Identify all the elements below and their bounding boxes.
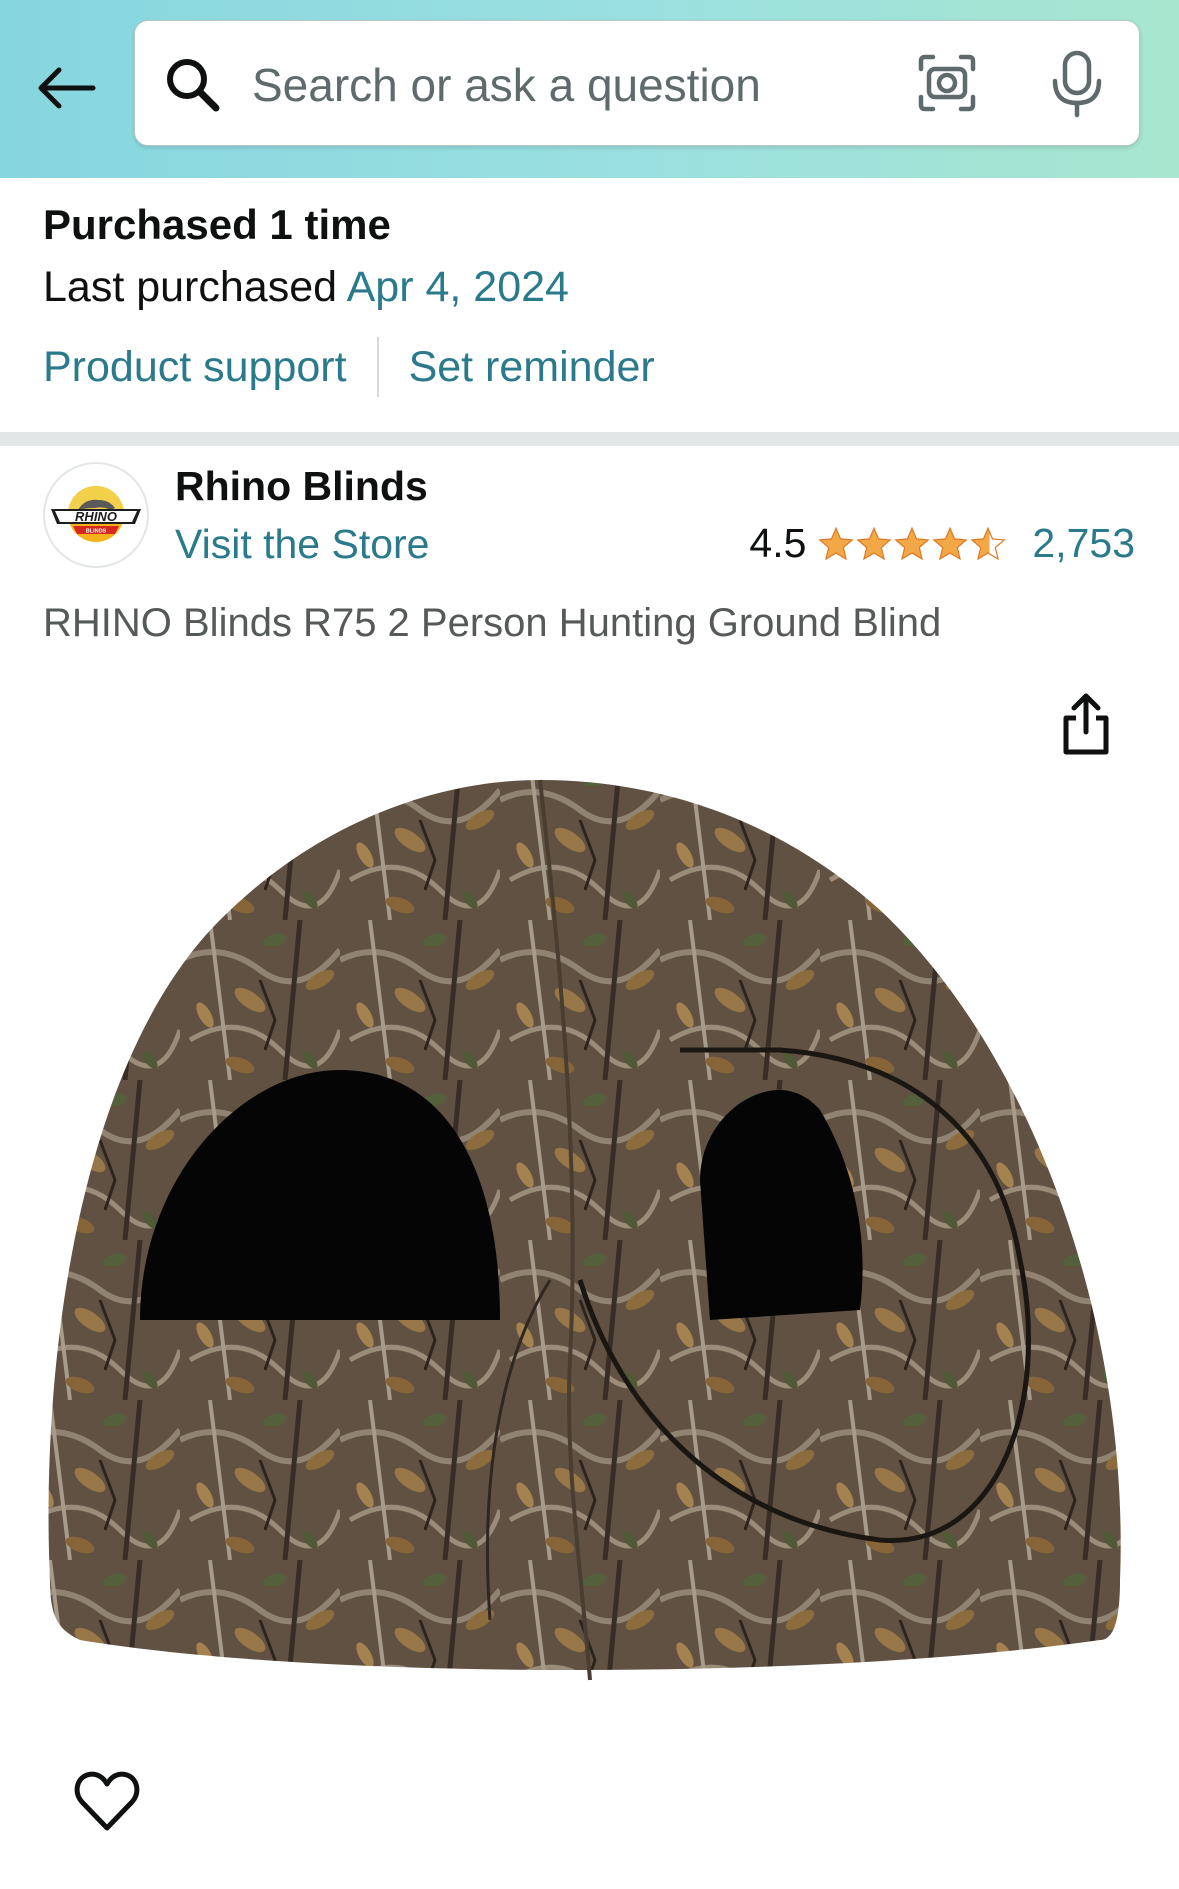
star-icon — [894, 526, 931, 560]
back-button[interactable] — [30, 56, 102, 120]
link-divider — [376, 337, 379, 397]
half-star-icon — [970, 526, 1007, 560]
star-rating — [818, 526, 1008, 562]
rating-summary[interactable]: 4.5 2,753 — [749, 520, 1135, 567]
section-divider — [0, 432, 1179, 446]
mic-icon[interactable] — [1045, 49, 1109, 119]
share-button[interactable] — [1056, 690, 1116, 760]
wishlist-button[interactable] — [72, 1768, 142, 1834]
top-bar — [0, 0, 1179, 178]
visit-store-link[interactable]: Visit the Store — [175, 521, 430, 568]
review-count: 2,753 — [1032, 520, 1135, 566]
purchase-count: Purchased 1 time — [43, 201, 391, 248]
share-icon — [1063, 693, 1109, 755]
last-purchased-label: Last purchased — [43, 263, 338, 311]
search-icon — [167, 59, 220, 112]
heart-icon — [74, 1771, 140, 1831]
product-image[interactable] — [20, 760, 1160, 1760]
star-icon — [856, 526, 893, 560]
back-arrow-icon — [38, 67, 96, 109]
store-name: Rhino Blinds — [175, 463, 428, 509]
purchase-actions: Product support Set reminder — [43, 335, 655, 399]
product-support-link[interactable]: Product support — [43, 343, 347, 392]
rhino-logo-icon: RHINO BLINDS — [51, 486, 141, 542]
set-reminder-link[interactable]: Set reminder — [409, 343, 655, 392]
star-icon — [818, 526, 855, 560]
brand-logo[interactable]: RHINO BLINDS — [43, 462, 149, 568]
last-purchased-date: Apr 4, 2024 — [346, 263, 569, 311]
last-purchased-line: Last purchased Apr 4, 2024 — [43, 263, 569, 312]
star-icon — [932, 526, 969, 560]
rating-value: 4.5 — [749, 520, 807, 566]
search-input[interactable] — [250, 49, 994, 121]
svg-text:BLINDS: BLINDS — [86, 529, 107, 535]
search-bar[interactable] — [134, 20, 1140, 146]
svg-text:RHINO: RHINO — [75, 509, 117, 524]
product-title: RHINO Blinds R75 2 Person Hunting Ground… — [43, 601, 942, 645]
camera-icon[interactable] — [915, 51, 979, 115]
